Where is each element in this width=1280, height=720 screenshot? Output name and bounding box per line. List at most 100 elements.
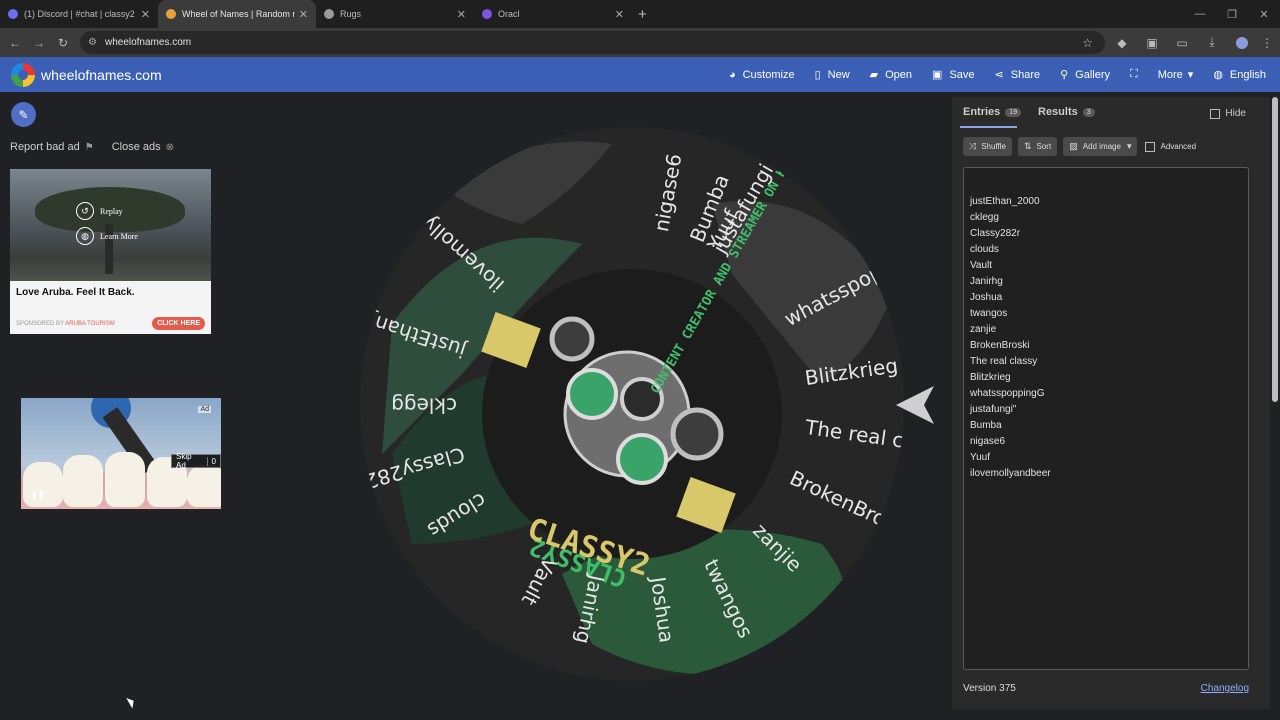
ad-banner-aruba[interactable]: ↺ Replay ◍ Learn More Love Aruba. Feel It …	[10, 169, 211, 334]
list-item: nigase6	[970, 436, 1006, 447]
browser-tab[interactable]: (1) Discord | #chat | classy2 ✕	[0, 0, 158, 28]
video-ad[interactable]: Ad Skip Ad 0 ❚❚	[21, 398, 221, 509]
customize-button[interactable]: ◕ Customize	[729, 69, 795, 81]
shuffle-icon: ⤨	[969, 141, 977, 151]
list-item: whatsspoppingG	[970, 388, 1045, 399]
puzzle-icon[interactable]: ▣	[1137, 36, 1167, 50]
mask-filter	[670, 407, 724, 461]
replay-button[interactable]: ↺ Replay	[76, 202, 123, 220]
browser-tab-active[interactable]: Wheel of Names | Random name ✕	[158, 0, 316, 28]
close-tab-icon[interactable]: ✕	[141, 8, 150, 21]
wheel-logo-icon[interactable]	[11, 62, 35, 87]
entries-count-badge: 19	[1005, 107, 1022, 117]
report-label: Report bad ad	[10, 141, 80, 153]
learn-more-button[interactable]: ◍ Learn More	[76, 227, 138, 245]
tab-entries[interactable]: Entries 19	[963, 106, 1022, 118]
file-icon: ▯	[814, 69, 821, 81]
share-button[interactable]: ⋖ Share	[995, 68, 1041, 82]
close-tab-icon[interactable]: ✕	[615, 8, 624, 21]
ad-title: Love Aruba. Feel It Back.	[16, 287, 135, 298]
more-button[interactable]: More ▾	[1157, 68, 1194, 82]
chevron-down-icon: ▾	[1187, 69, 1194, 81]
sponsor-name: ARUBA TOURISM	[65, 320, 115, 327]
ad-controls: Report bad ad ⚑ Close ads ⊗	[10, 141, 192, 153]
new-label: New	[827, 68, 850, 81]
minimize-icon[interactable]: —	[1184, 8, 1216, 20]
results-tab-label: Results	[1038, 106, 1078, 118]
close-tab-icon[interactable]: ✕	[299, 8, 308, 21]
report-bad-ad-link[interactable]: Report bad ad ⚑	[10, 141, 94, 153]
maximize-icon[interactable]: ❐	[1216, 8, 1248, 21]
ad-badge: Ad	[198, 406, 211, 413]
reload-icon[interactable]: ↻	[51, 36, 75, 50]
tab-title: Wheel of Names | Random name	[182, 9, 295, 19]
language-button[interactable]: ◍ English	[1213, 68, 1266, 82]
save-icon: ▣	[932, 69, 943, 81]
back-icon[interactable]: ←	[3, 36, 27, 50]
mouse-cursor-icon	[126, 695, 137, 709]
cast-icon[interactable]: ▭	[1167, 36, 1197, 50]
close-window-icon[interactable]: ✕	[1248, 8, 1280, 21]
browser-tab[interactable]: Rugs ✕	[316, 0, 474, 28]
tooth-shape	[187, 465, 221, 507]
more-label: More	[1157, 68, 1183, 81]
add-image-label: Add image	[1082, 142, 1121, 151]
skip-ad-button[interactable]: Skip Ad 0	[171, 452, 221, 470]
new-tab-icon[interactable]: +	[638, 6, 647, 23]
skip-countdown: 0	[206, 456, 216, 466]
shuffle-button[interactable]: ⤨ Shuffle	[963, 137, 1012, 156]
share-label: Share	[1010, 68, 1041, 81]
chevron-down-icon: ▾	[1126, 141, 1132, 151]
kebab-menu-icon[interactable]: ⋮	[1257, 36, 1277, 50]
close-tab-icon[interactable]: ✕	[457, 8, 466, 21]
sort-button[interactable]: ⇅ Sort	[1017, 137, 1058, 156]
tab-title: (1) Discord | #chat | classy2	[24, 9, 135, 19]
list-item: The real classy	[970, 356, 1038, 367]
list-item: justafungi"	[970, 404, 1017, 415]
ad-cta-button[interactable]: CLICK HERE	[152, 317, 205, 330]
brand-name[interactable]: wheelofnames.com	[41, 67, 162, 83]
add-image-button[interactable]: ▨ Add image ▾	[1063, 137, 1138, 156]
download-icon[interactable]: ⤓	[1197, 35, 1227, 50]
pause-icon[interactable]: ❚❚	[31, 490, 44, 499]
gallery-button[interactable]: ⚲ Gallery	[1060, 68, 1111, 82]
hide-checkbox[interactable]: Hide	[1210, 108, 1246, 119]
forward-icon[interactable]: →	[27, 36, 51, 50]
extension-icon[interactable]: ◆	[1107, 36, 1137, 50]
list-item: Vault	[970, 260, 993, 271]
browser-tab[interactable]: Oracl ✕	[474, 0, 632, 28]
advanced-checkbox[interactable]: Advanced	[1145, 141, 1196, 152]
ad-sponsor-text: SPONSORED BY ARUBA TOURISM	[16, 321, 115, 327]
list-item: zanjie	[970, 324, 997, 335]
version-text: Version 375	[963, 683, 1016, 694]
site-info-icon[interactable]: ⚙	[88, 37, 97, 48]
page-scrollbar[interactable]	[1272, 97, 1278, 402]
list-item: clouds	[970, 244, 999, 255]
entries-textarea[interactable]: justEthan_2000 cklegg Classy282r clouds Vaul…	[963, 167, 1249, 670]
discord-favicon-icon	[8, 9, 18, 19]
header-menu: ◕ Customize ▯ New ▰ Open ▣ Save ⋖ Share ⚲ Gall…	[709, 57, 1266, 92]
edit-pencil-button[interactable]: ✎	[11, 102, 36, 127]
save-button[interactable]: ▣ Save	[932, 68, 974, 82]
wheel-favicon-icon	[166, 9, 176, 19]
results-count-badge: 3	[1082, 107, 1095, 117]
image-icon: ▨	[1069, 141, 1078, 151]
bookmark-star-icon[interactable]: ☆	[1082, 36, 1093, 50]
panel-tabs: Entries 19 Results 3 Hide	[952, 97, 1270, 128]
changelog-link[interactable]: Changelog	[1201, 683, 1249, 694]
gallery-label: Gallery	[1075, 68, 1111, 81]
avatar[interactable]	[1236, 36, 1248, 49]
shuffle-label: Shuffle	[981, 142, 1006, 151]
new-button[interactable]: ▯ New	[814, 68, 850, 82]
list-item: twangos	[970, 308, 1008, 319]
wheel[interactable]: CLASSY2 CLASSY2 CONTENT CREATOR AND STRE…	[352, 124, 942, 684]
checkbox-icon	[1210, 108, 1221, 119]
open-label: Open	[885, 68, 913, 81]
fullscreen-button[interactable]: ⛶	[1130, 68, 1138, 81]
tab-results[interactable]: Results 3	[1038, 106, 1095, 118]
url-field[interactable]: ⚙ wheelofnames.com ☆	[80, 31, 1105, 54]
mask-eye-right	[616, 433, 668, 485]
wheel-segment-label: cklegg	[391, 394, 457, 418]
close-ads-link[interactable]: Close ads ⊗	[112, 141, 174, 153]
open-button[interactable]: ▰ Open	[870, 68, 913, 82]
